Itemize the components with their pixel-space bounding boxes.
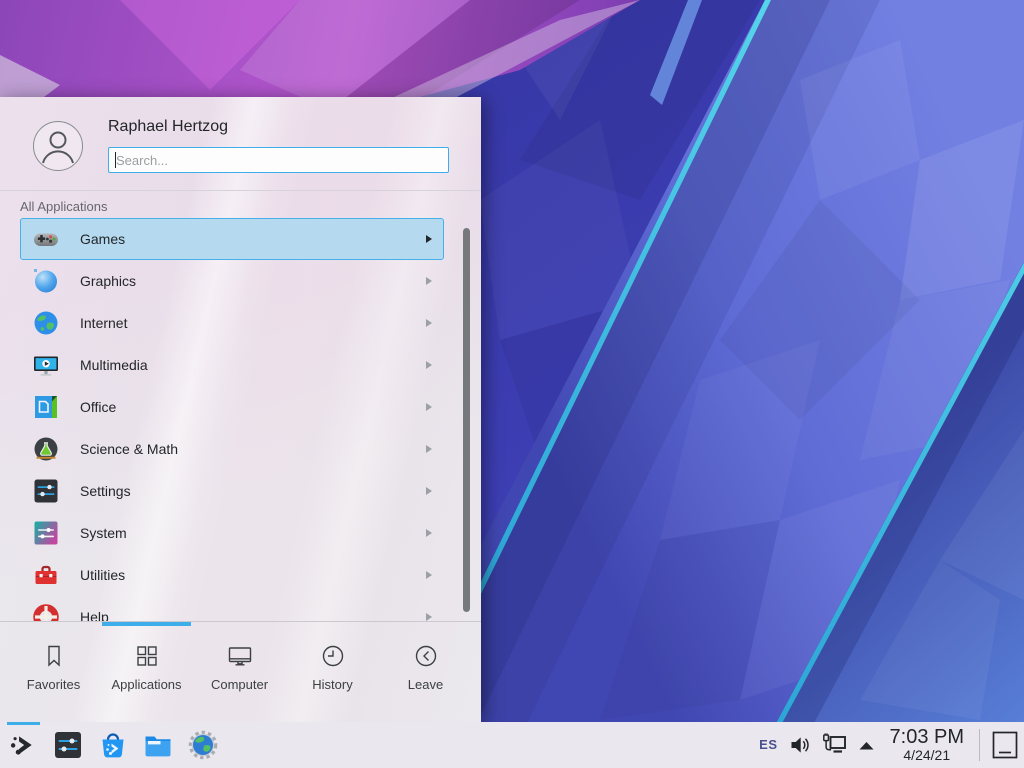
science-icon: [33, 436, 59, 462]
discover-button[interactable]: [98, 730, 128, 760]
games-icon: [33, 226, 59, 252]
category-label: Help: [80, 609, 109, 621]
tab-computer[interactable]: Computer: [193, 642, 286, 692]
network-icon[interactable]: [822, 733, 847, 757]
category-multimedia[interactable]: Multimedia: [20, 344, 444, 386]
tab-history[interactable]: History: [286, 642, 379, 692]
taskbar-apps: [0, 730, 218, 760]
application-launcher-menu: Raphael Hertzog All Applications: [0, 97, 481, 722]
clock-date: 4/24/21: [890, 748, 964, 763]
submenu-arrow-icon: [426, 235, 432, 243]
category-label: Office: [80, 399, 116, 415]
submenu-arrow-icon: [426, 613, 432, 621]
category-internet[interactable]: Internet: [20, 302, 444, 344]
applications-icon: [133, 642, 161, 670]
tab-leave[interactable]: Leave: [379, 642, 472, 692]
category-label: Settings: [80, 483, 131, 499]
category-settings[interactable]: Settings: [20, 470, 444, 512]
submenu-arrow-icon: [426, 361, 432, 369]
submenu-arrow-icon: [426, 319, 432, 327]
category-system[interactable]: System: [20, 512, 444, 554]
tab-label: History: [312, 677, 352, 692]
favorites-icon: [40, 642, 68, 670]
submenu-arrow-icon: [426, 529, 432, 537]
system-settings-icon: [53, 730, 83, 760]
tab-label: Leave: [408, 677, 443, 692]
office-icon: [33, 394, 59, 420]
graphics-icon: [33, 268, 59, 294]
category-science-math[interactable]: Science & Math: [20, 428, 444, 470]
search-input[interactable]: [109, 148, 448, 172]
category-label: Utilities: [80, 567, 125, 583]
internet-icon: [33, 310, 59, 336]
category-graphics[interactable]: Graphics: [20, 260, 444, 302]
submenu-arrow-icon: [426, 277, 432, 285]
active-tab-indicator: [102, 622, 191, 626]
computer-icon: [226, 642, 254, 670]
category-label: Games: [80, 231, 125, 247]
category-list: Games Graphics: [0, 218, 460, 621]
list-scrollbar[interactable]: [463, 228, 470, 612]
folder-icon: [143, 730, 173, 760]
discover-icon: [98, 730, 128, 760]
user-name: Raphael Hertzog: [108, 118, 228, 136]
category-label: System: [80, 525, 127, 541]
category-utilities[interactable]: Utilities: [20, 554, 444, 596]
tab-label: Applications: [111, 677, 181, 692]
multimedia-icon: [33, 352, 59, 378]
leave-icon: [412, 642, 440, 670]
tab-label: Favorites: [27, 677, 80, 692]
utilities-icon: [33, 562, 59, 588]
launcher-header: Raphael Hertzog: [0, 97, 481, 191]
show-desktop-button[interactable]: [991, 731, 1019, 759]
category-games[interactable]: Games: [20, 218, 444, 260]
submenu-arrow-icon: [426, 487, 432, 495]
kde-launcher-icon: [8, 730, 38, 760]
digital-clock[interactable]: 7:03 PM 4/24/21: [890, 727, 964, 764]
tab-applications[interactable]: Applications: [100, 642, 193, 692]
clock-time: 7:03 PM: [890, 727, 964, 749]
system-tray: ES: [759, 727, 1024, 764]
help-icon: [33, 604, 59, 621]
expand-tray-icon[interactable]: [858, 739, 875, 751]
submenu-arrow-icon: [426, 571, 432, 579]
active-app-indicator: [7, 722, 40, 725]
tab-favorites[interactable]: Favorites: [7, 642, 100, 692]
taskbar-panel: ES: [0, 722, 1024, 768]
launcher-footer: Favorites Applications: [0, 621, 481, 723]
file-manager-button[interactable]: [143, 730, 173, 760]
category-label: Internet: [80, 315, 127, 331]
user-icon: [34, 122, 82, 170]
text-cursor: [115, 152, 116, 168]
system-settings-button[interactable]: [53, 730, 83, 760]
tab-label: Computer: [211, 677, 268, 692]
desktop: Raphael Hertzog All Applications: [0, 0, 1024, 768]
category-label: Science & Math: [80, 441, 178, 457]
application-launcher-button[interactable]: [8, 730, 38, 760]
globe-browser-icon: [188, 730, 218, 760]
settings-icon: [33, 478, 59, 504]
panel-separator: [979, 729, 980, 761]
keyboard-layout-indicator[interactable]: ES: [759, 737, 777, 752]
history-icon: [319, 642, 347, 670]
submenu-arrow-icon: [426, 403, 432, 411]
footer-tabs: Favorites Applications: [7, 642, 472, 692]
user-avatar[interactable]: [33, 121, 83, 171]
system-icon: [33, 520, 59, 546]
category-office[interactable]: Office: [20, 386, 444, 428]
category-help[interactable]: Help: [20, 596, 444, 621]
show-desktop-icon: [991, 731, 1019, 759]
web-browser-button[interactable]: [188, 730, 218, 760]
section-label: All Applications: [20, 199, 107, 214]
category-label: Graphics: [80, 273, 136, 289]
submenu-arrow-icon: [426, 445, 432, 453]
volume-icon[interactable]: [789, 734, 811, 756]
search-box: [108, 147, 449, 173]
category-label: Multimedia: [80, 357, 148, 373]
